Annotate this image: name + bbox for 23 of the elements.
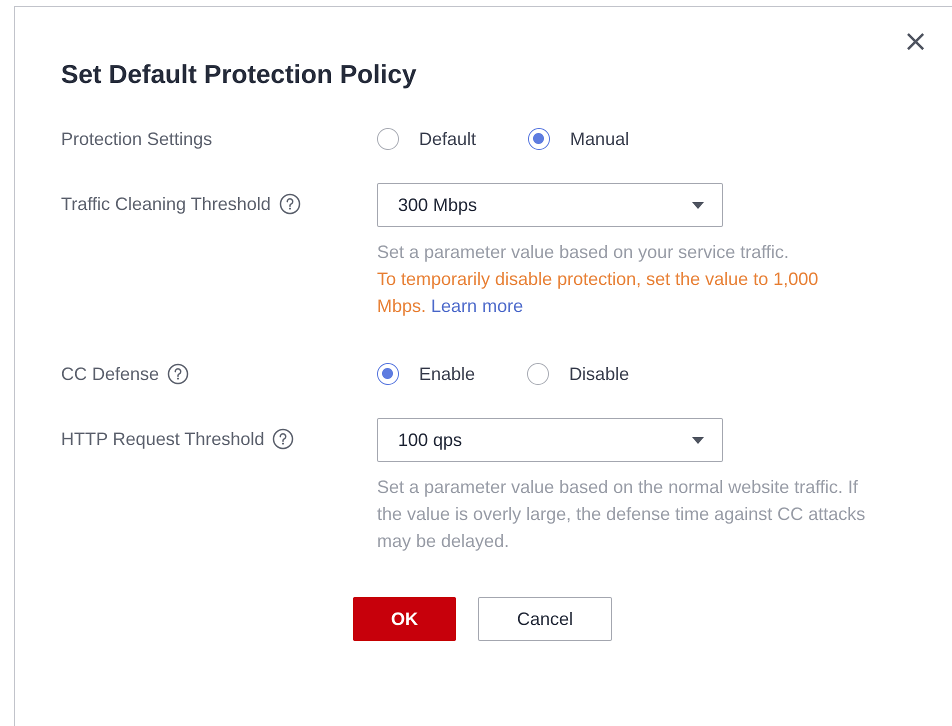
cancel-button[interactable]: Cancel (478, 597, 612, 641)
learn-more-link[interactable]: Learn more (431, 296, 524, 316)
warning-text: To temporarily disable protection, set the value to 1,000 Mbps. Learn more (377, 268, 820, 318)
close-button[interactable]: × (899, 27, 932, 57)
help-icon[interactable] (167, 363, 190, 385)
radio-option[interactable]: Default (377, 127, 476, 151)
field-label: Protection Settings (61, 128, 212, 150)
threshold-dropdown[interactable]: 100 qps (377, 418, 723, 462)
ok-button[interactable]: OK (353, 597, 456, 641)
help-text: Set a parameter value based on the normal website traffic. If the value is overly large, the defense time against CC attacks may be delayed. (377, 476, 866, 553)
field-label: CC Defense (61, 364, 160, 384)
radio-option[interactable]: Manual (528, 127, 630, 151)
caret-icon (692, 436, 704, 444)
threshold-dropdown[interactable]: 300 Mbps (377, 183, 723, 227)
help-icon[interactable] (278, 193, 301, 215)
field-label: Traffic Cleaning Threshold (61, 194, 271, 214)
help-text: Set a parameter value based on your service traffic. (377, 241, 790, 264)
dialog-title: Set Default Protection Policy (61, 58, 418, 91)
radio-option[interactable]: Enable (377, 362, 476, 386)
caret-icon (692, 202, 704, 208)
help-icon[interactable] (272, 428, 294, 450)
radio-option[interactable]: Disable (527, 362, 630, 386)
field-label: HTTP Request Threshold (61, 428, 264, 450)
